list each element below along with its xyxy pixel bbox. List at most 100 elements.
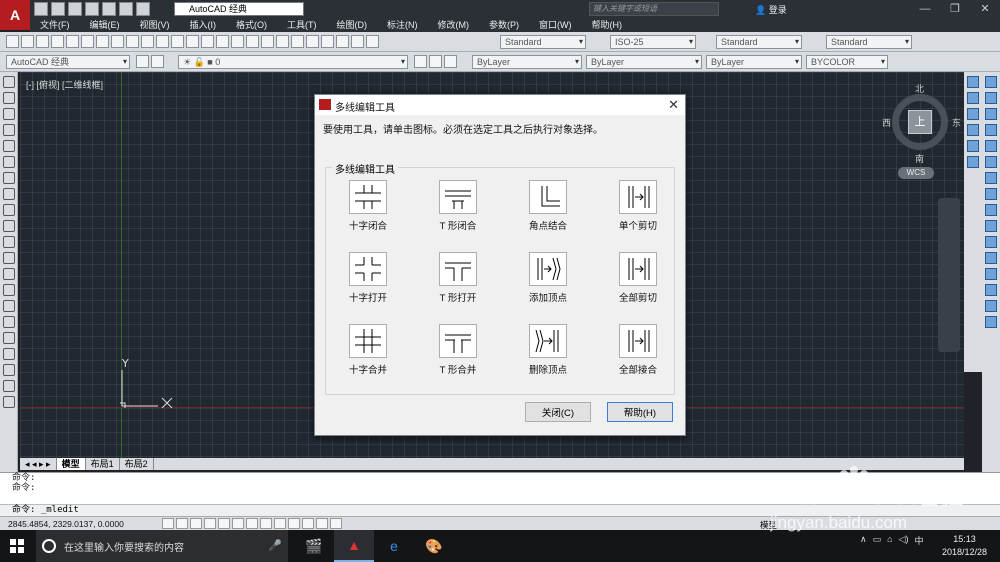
dim-style-select[interactable]: ISO-25 bbox=[610, 35, 696, 49]
tool-open-cross[interactable]: 十字打开 bbox=[328, 252, 408, 312]
mirror-icon[interactable] bbox=[967, 108, 979, 120]
erase-icon[interactable] bbox=[967, 76, 979, 88]
edge-icon[interactable]: e bbox=[374, 530, 414, 562]
ellipse-icon[interactable] bbox=[3, 236, 15, 248]
circle-icon[interactable] bbox=[3, 188, 15, 200]
make-block-icon[interactable] bbox=[3, 284, 15, 296]
cut-all-icon[interactable] bbox=[619, 252, 657, 286]
tool-weld-all[interactable]: 全部接合 bbox=[598, 324, 678, 384]
tool-corner-joint[interactable]: 角点结合 bbox=[508, 180, 588, 240]
menu-format[interactable]: 格式(O) bbox=[236, 18, 267, 32]
polar-icon[interactable] bbox=[204, 518, 216, 529]
array-icon[interactable] bbox=[967, 140, 979, 152]
tool-closed-tee[interactable]: T 形闭合 bbox=[418, 180, 498, 240]
ducs-icon[interactable] bbox=[260, 518, 272, 529]
offset-icon[interactable] bbox=[967, 124, 979, 136]
tool-merged-tee[interactable]: T 形合并 bbox=[418, 324, 498, 384]
otrack-icon[interactable] bbox=[246, 518, 258, 529]
dyn-icon[interactable] bbox=[274, 518, 286, 529]
compass-south[interactable]: 南 bbox=[915, 152, 924, 165]
join-icon[interactable] bbox=[985, 268, 997, 280]
microphone-icon[interactable]: 🎤 bbox=[268, 539, 282, 552]
help-button[interactable]: 帮助(H) bbox=[607, 402, 673, 422]
windows-start-icon[interactable] bbox=[10, 539, 24, 553]
search-input[interactable]: 键入关键字或短语 bbox=[589, 2, 719, 16]
workspace-combo[interactable]: AutoCAD 经典 bbox=[6, 55, 130, 69]
properties-icon[interactable] bbox=[276, 35, 289, 48]
merged-tee-icon[interactable] bbox=[439, 324, 477, 358]
coordinate-readout[interactable]: 2845.4854, 2329.0137, 0.0000 bbox=[8, 519, 124, 529]
line-icon[interactable] bbox=[3, 76, 15, 88]
multiline-text-icon[interactable] bbox=[3, 380, 15, 392]
menu-edit[interactable]: 编辑(E) bbox=[90, 18, 120, 32]
open-icon[interactable] bbox=[21, 35, 34, 48]
dialog-titlebar[interactable]: 多线编辑工具 ✕ bbox=[315, 95, 685, 115]
workspace-settings-icon[interactable] bbox=[136, 55, 149, 68]
menu-parametric[interactable]: 参数(P) bbox=[489, 18, 519, 32]
dialog-close-icon[interactable]: ✕ bbox=[668, 97, 679, 113]
publish-icon[interactable] bbox=[81, 35, 94, 48]
quick-properties-icon[interactable] bbox=[316, 518, 328, 529]
open-cross-icon[interactable] bbox=[349, 252, 387, 286]
restore-icon[interactable]: ❐ bbox=[940, 0, 970, 18]
lineweight-icon[interactable] bbox=[288, 518, 300, 529]
navigation-bar[interactable] bbox=[938, 198, 960, 352]
point-icon[interactable] bbox=[3, 300, 15, 312]
markup-icon[interactable] bbox=[336, 35, 349, 48]
construction-line-icon[interactable] bbox=[3, 92, 15, 104]
corner-joint-icon[interactable] bbox=[529, 180, 567, 214]
spline-icon[interactable] bbox=[3, 220, 15, 232]
minimize-icon[interactable]: — bbox=[910, 0, 940, 18]
compass-north[interactable]: 北 bbox=[915, 82, 924, 95]
menu-view[interactable]: 视图(V) bbox=[140, 18, 170, 32]
3d-osnap-icon[interactable] bbox=[232, 518, 244, 529]
merged-cross-icon[interactable] bbox=[349, 324, 387, 358]
polygon-icon[interactable] bbox=[3, 140, 15, 152]
undo-icon[interactable] bbox=[119, 2, 133, 16]
zoom-previous-icon[interactable] bbox=[261, 35, 274, 48]
save-icon[interactable] bbox=[36, 35, 49, 48]
hatch-icon[interactable] bbox=[3, 316, 15, 328]
tab-nav-arrows[interactable]: ◂ ◂ ▸ ▸ bbox=[20, 458, 57, 470]
wcs-menu[interactable]: WCS bbox=[898, 167, 934, 179]
gradient-icon[interactable] bbox=[3, 332, 15, 344]
pan-icon[interactable] bbox=[216, 35, 229, 48]
undo-icon[interactable] bbox=[186, 35, 199, 48]
layer-select[interactable]: ☀ 🔓 ■ 0 bbox=[178, 55, 408, 69]
tool-cut-all[interactable]: 全部剪切 bbox=[598, 252, 678, 312]
color-select[interactable]: ByLayer bbox=[472, 55, 582, 69]
grid-icon[interactable] bbox=[176, 518, 188, 529]
trim-icon[interactable] bbox=[985, 220, 997, 232]
table-style-select[interactable]: Standard bbox=[716, 35, 802, 49]
menu-tools[interactable]: 工具(T) bbox=[287, 18, 317, 32]
new-icon[interactable] bbox=[6, 35, 19, 48]
paste-icon[interactable] bbox=[141, 35, 154, 48]
save-icon[interactable] bbox=[68, 2, 82, 16]
erase-icon[interactable] bbox=[985, 76, 997, 88]
transparency-icon[interactable] bbox=[302, 518, 314, 529]
layer-states-icon[interactable] bbox=[444, 55, 457, 68]
linetype-select[interactable]: ByLayer bbox=[586, 55, 702, 69]
cut-single-icon[interactable] bbox=[619, 180, 657, 214]
viewport-controls[interactable]: [-] [俯视] [二维线框] bbox=[26, 78, 103, 91]
move-icon[interactable] bbox=[967, 156, 979, 168]
preview-icon[interactable] bbox=[66, 35, 79, 48]
add-vertex-icon[interactable] bbox=[529, 252, 567, 286]
ortho-icon[interactable] bbox=[190, 518, 202, 529]
tab-layout2[interactable]: 布局2 bbox=[120, 458, 154, 470]
tool-closed-cross[interactable]: 十字闭合 bbox=[328, 180, 408, 240]
login-button[interactable]: 👤 登录 bbox=[755, 3, 787, 16]
paint-icon[interactable]: 🎨 bbox=[414, 530, 454, 562]
cut-icon[interactable] bbox=[111, 35, 124, 48]
open-tee-icon[interactable] bbox=[439, 252, 477, 286]
plotstyle-select[interactable]: BYCOLOR bbox=[806, 55, 888, 69]
redo-icon[interactable] bbox=[136, 2, 150, 16]
insert-block-icon[interactable] bbox=[3, 268, 15, 280]
viewcube-top-face[interactable]: 上 bbox=[908, 110, 932, 134]
snap-icon[interactable] bbox=[162, 518, 174, 529]
array-icon[interactable] bbox=[985, 140, 997, 152]
workspace-select[interactable]: AutoCAD 经典 bbox=[174, 2, 304, 16]
tool-palettes-icon[interactable] bbox=[306, 35, 319, 48]
copy-object-icon[interactable] bbox=[967, 92, 979, 104]
fillet-icon[interactable] bbox=[985, 300, 997, 312]
